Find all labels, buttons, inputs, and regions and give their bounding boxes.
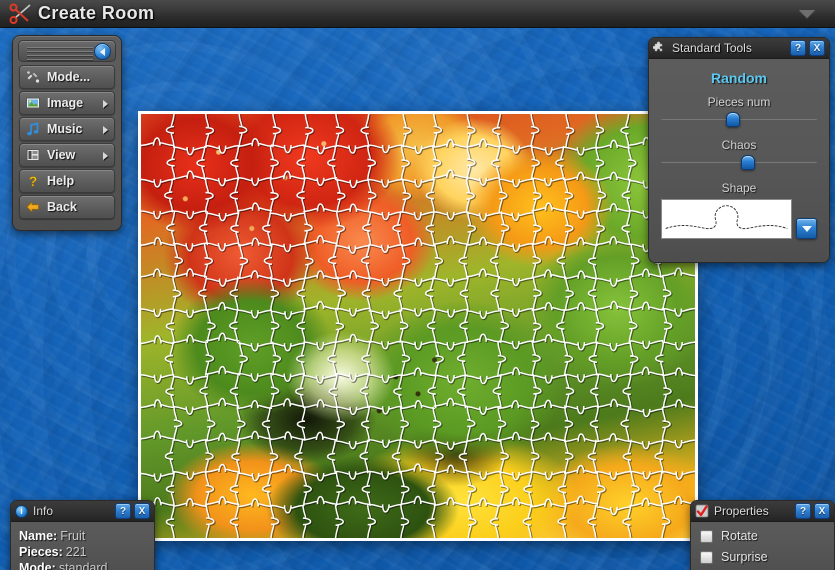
rotate-checkbox[interactable] <box>700 529 713 543</box>
red-check-icon <box>695 504 709 518</box>
standard-tools-header[interactable]: Standard Tools ? X <box>649 38 829 59</box>
view-panel-icon <box>24 146 42 164</box>
property-surprise[interactable]: Surprise <box>700 550 825 564</box>
titlebar-collapse-button[interactable] <box>787 4 827 24</box>
property-rotate[interactable]: Rotate <box>700 529 825 543</box>
chaos-slider[interactable] <box>661 155 817 170</box>
chevron-down-icon <box>799 10 815 18</box>
shape-dropdown-button[interactable] <box>796 218 817 239</box>
surprise-checkbox[interactable] <box>700 550 713 564</box>
menu-item-label: Mode... <box>47 70 91 84</box>
properties-panel: Properties ? X Rotate Surprise <box>690 500 835 570</box>
chevron-down-icon <box>801 225 812 232</box>
close-button[interactable]: X <box>134 503 150 519</box>
menu-item-label: Image <box>47 96 84 110</box>
slider-thumb[interactable] <box>741 155 756 170</box>
info-header[interactable]: i Info ? X <box>11 501 154 522</box>
standard-tools-panel: Standard Tools ? X Random Pieces num Cha… <box>648 37 830 263</box>
menu-item-label: Back <box>47 200 77 214</box>
shape-label: Shape <box>721 181 757 195</box>
chaos-label: Chaos <box>721 138 757 152</box>
menu-item-mode[interactable]: Mode... <box>19 65 115 89</box>
help-button[interactable]: ? <box>115 503 131 519</box>
pieces-num-label: Pieces num <box>707 95 771 109</box>
picture-icon <box>24 94 42 112</box>
close-button[interactable]: X <box>814 503 830 519</box>
menu-collapse-button[interactable] <box>94 43 111 60</box>
menu-item-label: Music <box>47 122 83 136</box>
chevron-right-icon <box>103 152 108 160</box>
scissors-icon <box>6 1 36 27</box>
info-row-name: Name: Fruit <box>19 528 146 544</box>
info-panel: i Info ? X Name: Fruit Pieces: 221 Mode: st… <box>10 500 155 570</box>
pieces-num-slider[interactable] <box>661 112 817 127</box>
puzzle-board[interactable] <box>138 111 698 541</box>
shape-preview[interactable] <box>661 199 792 239</box>
puzzle-pieces-icon <box>24 68 42 86</box>
slider-thumb[interactable] <box>725 112 740 127</box>
slider-rail <box>661 161 817 163</box>
app-titlebar: Create Room <box>0 0 835 28</box>
menu-item-label: Help <box>47 174 75 188</box>
menu-item-image[interactable]: Image <box>19 91 115 115</box>
puzzle-board-frame <box>138 111 698 541</box>
panel-title: Info <box>33 504 54 518</box>
menu-item-view[interactable]: View <box>19 143 115 167</box>
menu-item-music[interactable]: Music <box>19 117 115 141</box>
panel-title: Properties <box>714 504 769 518</box>
puzzle-piece-icon <box>652 39 667 58</box>
info-key: Name: <box>19 529 58 543</box>
properties-header[interactable]: Properties ? X <box>691 501 834 522</box>
info-key: Mode: <box>19 561 56 570</box>
puzzle-piece-cuts <box>141 114 695 538</box>
info-circle-icon: i <box>15 504 28 518</box>
info-value: standard <box>58 561 108 570</box>
close-button[interactable]: X <box>809 40 825 56</box>
help-button[interactable]: ? <box>790 40 806 56</box>
info-row-pieces: Pieces: 221 <box>19 544 146 560</box>
left-arrow-icon <box>24 198 42 216</box>
help-button[interactable]: ? <box>795 503 811 519</box>
svg-text:?: ? <box>29 173 38 189</box>
chevron-right-icon <box>103 126 108 134</box>
menu-drag-handle[interactable] <box>18 40 116 62</box>
menu-item-back[interactable]: Back <box>19 195 115 219</box>
menu-item-label: View <box>47 148 76 162</box>
chevron-left-icon <box>100 47 105 56</box>
panel-title: Standard Tools <box>672 41 752 55</box>
info-row-mode: Mode: standard <box>19 560 146 570</box>
music-note-icon <box>24 120 42 138</box>
main-menu-panel: Mode... Image Music View ? Help Back <box>12 35 122 231</box>
page-title: Create Room <box>38 3 155 23</box>
info-value: Fruit <box>60 529 86 543</box>
info-value: 221 <box>65 545 87 559</box>
grip-lines-icon <box>27 47 93 63</box>
info-key: Pieces: <box>19 545 63 559</box>
question-mark-icon: ? <box>24 172 42 190</box>
chevron-right-icon <box>103 100 108 108</box>
menu-item-help[interactable]: ? Help <box>19 169 115 193</box>
property-label: Rotate <box>721 529 758 543</box>
property-label: Surprise <box>721 550 768 564</box>
tools-mode-heading: Random <box>711 70 767 86</box>
